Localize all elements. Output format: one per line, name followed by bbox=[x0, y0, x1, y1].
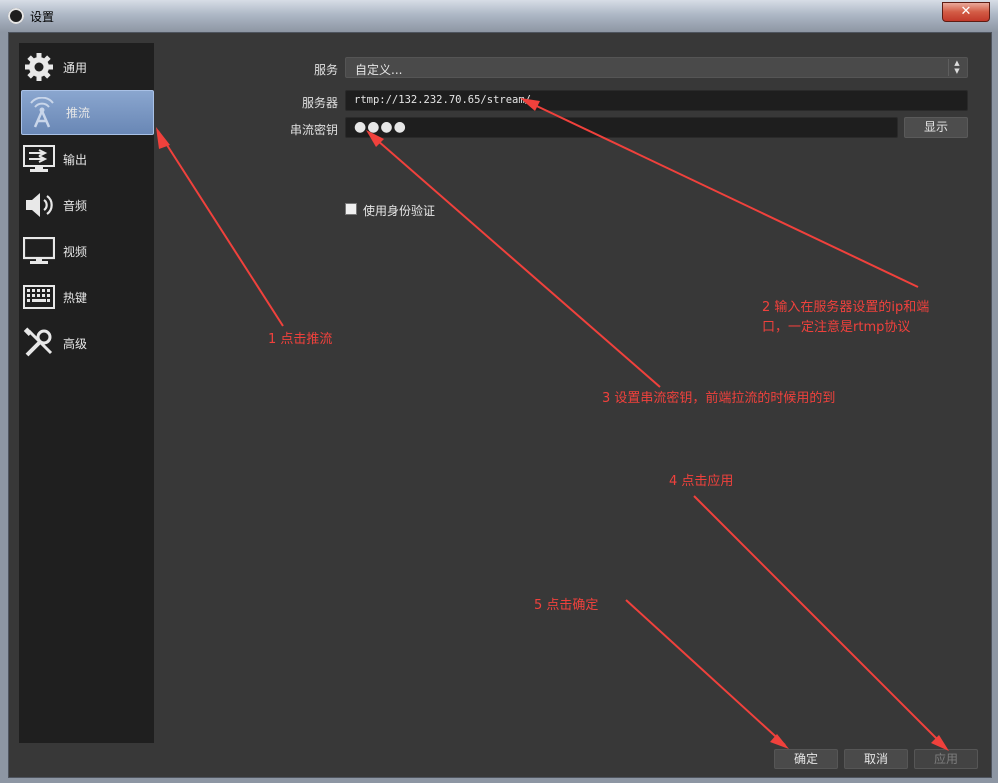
sidebar-item-label: 视频 bbox=[63, 244, 88, 259]
sidebar-item-label: 通用 bbox=[63, 60, 88, 75]
sidebar-item-video[interactable]: 视频 bbox=[19, 229, 154, 273]
annotation-2-line-1: 2 输入在服务器设置的ip和端 bbox=[762, 300, 930, 315]
cancel-button[interactable]: 取消 bbox=[844, 749, 908, 769]
obs-logo-icon bbox=[8, 8, 24, 24]
annotation-1: 1 点击推流 bbox=[268, 332, 333, 347]
annotation-3: 3 设置串流密钥，前端拉流的时候用的到 bbox=[602, 391, 836, 406]
sidebar-item-output[interactable]: 输出 bbox=[19, 137, 154, 181]
window-titlebar: 设置 ✕ bbox=[0, 0, 998, 33]
sidebar-item-advanced[interactable]: 高级 bbox=[19, 321, 154, 365]
stream-key-input[interactable]: ●●●● bbox=[345, 117, 898, 138]
window-title: 设置 bbox=[30, 10, 55, 24]
keyboard-icon bbox=[23, 281, 55, 313]
service-select[interactable]: 自定义... ▲ ▼ bbox=[345, 57, 968, 78]
use-auth-label: 使用身份验证 bbox=[363, 204, 436, 218]
close-button[interactable]: ✕ bbox=[942, 2, 990, 22]
server-input[interactable]: rtmp://132.232.70.65/stream/ bbox=[345, 90, 968, 111]
sidebar-item-general[interactable]: 通用 bbox=[19, 45, 154, 89]
server-label: 服务器 bbox=[301, 96, 338, 110]
stream-key-masked-value: ●●●● bbox=[354, 119, 407, 135]
broadcast-icon bbox=[26, 96, 58, 129]
sidebar-item-audio[interactable]: 音频 bbox=[19, 183, 154, 227]
stream-key-label: 串流密钥 bbox=[289, 123, 338, 137]
annotation-2-line-2: 口，一定注意是rtmp协议 bbox=[762, 320, 911, 335]
gear-icon bbox=[23, 51, 55, 83]
annotation-2: 2 输入在服务器设置的ip和端 口，一定注意是rtmp协议 bbox=[762, 298, 929, 338]
sidebar-item-hotkeys[interactable]: 热键 bbox=[19, 275, 154, 319]
sidebar-item-stream[interactable]: 推流 bbox=[21, 90, 154, 135]
use-auth-checkbox[interactable] bbox=[345, 203, 357, 215]
annotation-5: 5 点击确定 bbox=[534, 598, 599, 613]
ok-button[interactable]: 确定 bbox=[774, 749, 838, 769]
annotation-4: 4 点击应用 bbox=[669, 474, 734, 489]
apply-button[interactable]: 应用 bbox=[914, 749, 978, 769]
tools-icon bbox=[23, 327, 55, 359]
service-selected-value: 自定义... bbox=[355, 63, 403, 77]
output-icon bbox=[23, 143, 55, 175]
speaker-icon bbox=[23, 189, 55, 221]
sidebar-item-label: 音频 bbox=[63, 198, 88, 213]
chevron-updown-icon: ▲ ▼ bbox=[948, 59, 965, 76]
settings-sidebar: 通用 推流 输出 音频 视频 热键 高级 bbox=[19, 43, 154, 743]
sidebar-item-label: 高级 bbox=[63, 336, 88, 351]
service-label: 服务 bbox=[313, 63, 338, 77]
server-input-value: rtmp://132.232.70.65/stream/ bbox=[354, 94, 532, 106]
settings-dialog-body bbox=[8, 32, 992, 778]
monitor-icon bbox=[23, 235, 55, 267]
window-frame-left bbox=[0, 32, 8, 783]
sidebar-item-label: 输出 bbox=[63, 152, 88, 167]
sidebar-item-label: 热键 bbox=[63, 290, 88, 305]
show-key-button[interactable]: 显示 bbox=[904, 117, 968, 138]
close-icon: ✕ bbox=[960, 4, 972, 19]
sidebar-item-label: 推流 bbox=[66, 106, 91, 120]
